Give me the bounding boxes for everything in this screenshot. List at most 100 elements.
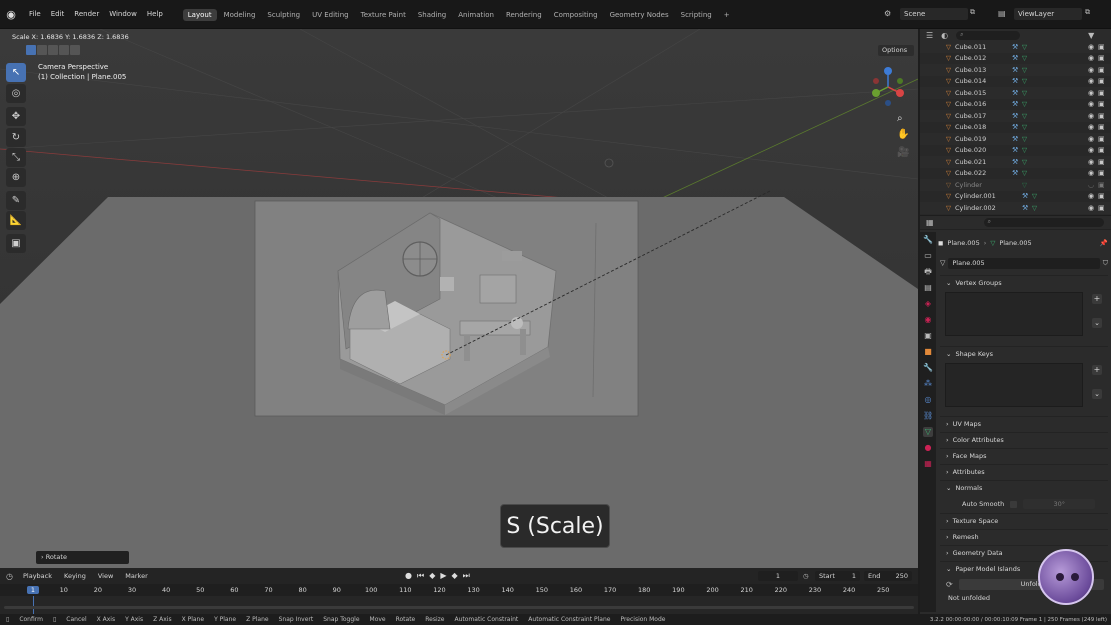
data-tab-icon[interactable]: ▽ [923, 427, 933, 437]
outliner-row[interactable]: ▽ Cube.021 ⚒ ▽ ◉ ▣ [920, 156, 1111, 168]
menu-edit[interactable]: Edit [46, 0, 70, 29]
section-face-maps[interactable]: › Face Maps [940, 448, 1108, 463]
blender-logo-icon[interactable]: ◉ [4, 8, 18, 22]
render-camera-icon[interactable]: ▣ [1098, 146, 1105, 154]
marker-menu[interactable]: Marker [125, 572, 147, 580]
render-camera-icon[interactable]: ▣ [1098, 77, 1105, 85]
shape-keys-listbox[interactable] [945, 363, 1083, 407]
datablock-name-field[interactable]: Plane.005 [948, 257, 1100, 269]
outliner-row[interactable]: ▽ Cube.020 ⚒ ▽ ◉ ▣ [920, 145, 1111, 157]
section-shape-keys[interactable]: ⌄ Shape Keys [940, 346, 1108, 361]
options-dropdown[interactable]: Options [878, 45, 914, 56]
tab-modeling[interactable]: Modeling [219, 9, 261, 21]
display-mode-icon[interactable]: ◐ [941, 31, 948, 40]
scene-field[interactable]: Scene [900, 8, 968, 20]
tab-compositing[interactable]: Compositing [549, 9, 603, 21]
visibility-eye-icon[interactable]: ◉ [1088, 43, 1094, 51]
editor-type-icon[interactable]: ▦ [926, 218, 934, 227]
camera-view-icon[interactable]: 🎥 [897, 147, 911, 161]
tab-geometry-nodes[interactable]: Geometry Nodes [605, 9, 674, 21]
outliner-row[interactable]: ▽ Cylinder ▽ ◡ ▣ [920, 179, 1111, 191]
mode-subtract-button[interactable] [48, 45, 58, 55]
render-camera-icon[interactable]: ▣ [1098, 112, 1105, 120]
timeline-scrollbar[interactable] [4, 606, 914, 609]
filter-icon[interactable]: ▼ [1088, 31, 1094, 40]
view-layer-icon[interactable]: ▤ [998, 9, 1010, 20]
outliner-row[interactable]: ▽ Cube.022 ⚒ ▽ ◉ ▣ [920, 168, 1111, 180]
view-layer-field[interactable]: ViewLayer [1014, 8, 1082, 20]
render-camera-icon[interactable]: ▣ [1098, 100, 1105, 108]
play-icon[interactable]: ▶ [440, 571, 446, 581]
timeline-track-area[interactable] [0, 596, 918, 614]
zoom-icon[interactable]: ⌕ [897, 113, 911, 127]
shape-key-menu-button[interactable]: ⌄ [1092, 389, 1102, 399]
render-camera-icon[interactable]: ▣ [1098, 66, 1105, 74]
visibility-eye-icon[interactable]: ◉ [1088, 112, 1094, 120]
tab-uv-editing[interactable]: UV Editing [307, 9, 354, 21]
copy-view-layer-icon[interactable]: ⧉ [1085, 8, 1095, 20]
outliner-row[interactable]: ▽ Cube.016 ⚒ ▽ ◉ ▣ [920, 99, 1111, 111]
outliner-row[interactable]: ▽ Cube.019 ⚒ ▽ ◉ ▣ [920, 133, 1111, 145]
mode-extend-button[interactable] [37, 45, 47, 55]
properties-search-input[interactable]: ⌕ [983, 218, 1104, 227]
render-camera-icon[interactable]: ▣ [1098, 123, 1105, 131]
outliner-row[interactable]: ▽ Cylinder.001 ⚒ ▽ ◉ ▣ [920, 191, 1111, 203]
menu-help[interactable]: Help [142, 0, 168, 29]
playhead-line[interactable] [33, 596, 34, 614]
visibility-eye-icon[interactable]: ◉ [1088, 54, 1094, 62]
refresh-icon[interactable]: ⟳ [946, 580, 953, 589]
end-frame-field[interactable]: End 250 [864, 571, 912, 581]
move-tool-button[interactable]: ✥ [6, 107, 26, 126]
section-remesh[interactable]: › Remesh [940, 529, 1108, 544]
frame-ruler[interactable]: 1 10 20 30 40 50 60 70 80 90 100 110 120 130 140 150 160… [0, 584, 918, 596]
constraints-tab-icon[interactable]: ⛓ [923, 411, 933, 421]
outliner-row[interactable]: ▽ Cube.014 ⚒ ▽ ◉ ▣ [920, 76, 1111, 88]
visibility-eye-icon[interactable]: ◉ [1088, 89, 1094, 97]
visibility-eye-icon[interactable]: ◉ [1088, 146, 1094, 154]
tab-sculpting[interactable]: Sculpting [262, 9, 305, 21]
operator-panel[interactable]: › Rotate [36, 551, 129, 564]
pan-hand-icon[interactable]: ✋ [897, 129, 911, 143]
copy-scene-icon[interactable]: ⧉ [970, 8, 980, 20]
mesh-browse-icon[interactable]: ▽ [940, 259, 945, 267]
add-shape-key-button[interactable]: + [1092, 365, 1102, 375]
playback-menu[interactable]: Playback [23, 572, 52, 580]
section-uv-maps[interactable]: › UV Maps [940, 416, 1108, 431]
3d-viewport[interactable]: Scale X: 1.6836 Y: 1.6836 Z: 1.6836 Came… [0, 29, 918, 568]
visibility-eye-icon[interactable]: ◉ [1088, 169, 1094, 177]
scene-icon[interactable]: ⚙ [884, 9, 898, 20]
add-vertex-group-button[interactable]: + [1092, 294, 1102, 304]
mode-set-button[interactable] [26, 45, 36, 55]
menu-window[interactable]: Window [104, 0, 142, 29]
render-camera-icon[interactable]: ▣ [1098, 169, 1105, 177]
section-vertex-groups[interactable]: ⌄ Vertex Groups [940, 275, 1108, 290]
render-camera-icon[interactable]: ▣ [1098, 135, 1105, 143]
pin-icon[interactable]: 📌 [1100, 239, 1108, 247]
visibility-eye-icon[interactable]: ◉ [1088, 135, 1094, 143]
record-icon[interactable]: ● [405, 571, 412, 581]
render-camera-icon[interactable]: ▣ [1098, 192, 1105, 200]
next-keyframe-icon[interactable]: ◆ [452, 571, 458, 581]
particles-tab-icon[interactable]: ⁂ [923, 379, 933, 389]
current-frame-field[interactable]: 1 [758, 571, 798, 581]
tab-shading[interactable]: Shading [413, 9, 451, 21]
visibility-eye-icon[interactable]: ◉ [1088, 77, 1094, 85]
modifier-tab-icon[interactable]: 🔧 [923, 363, 933, 373]
visibility-eye-icon[interactable]: ◉ [1088, 66, 1094, 74]
render-camera-icon[interactable]: ▣ [1098, 158, 1105, 166]
tab-layout[interactable]: Layout [182, 8, 217, 21]
add-workspace-button[interactable]: + [719, 9, 735, 21]
scene-tab-icon[interactable]: ◈ [923, 299, 933, 309]
auto-smooth-checkbox[interactable] [1010, 500, 1018, 508]
measure-tool-button[interactable]: 📐 [6, 211, 26, 230]
world-tab-icon[interactable]: ◉ [923, 315, 933, 325]
render-camera-icon[interactable]: ▣ [1098, 54, 1105, 62]
physics-tab-icon[interactable]: ◎ [923, 395, 933, 405]
output-tab-icon[interactable]: 🖶 [923, 267, 933, 277]
texture-tab-icon[interactable]: ▦ [923, 459, 933, 469]
hidden-eye-icon[interactable]: ◡ [1088, 181, 1094, 189]
cursor-tool-button[interactable]: ◎ [6, 84, 26, 103]
tab-rendering[interactable]: Rendering [501, 9, 547, 21]
fake-user-shield-icon[interactable]: ⛉ [1103, 259, 1108, 268]
section-texture-space[interactable]: › Texture Space [940, 513, 1108, 528]
